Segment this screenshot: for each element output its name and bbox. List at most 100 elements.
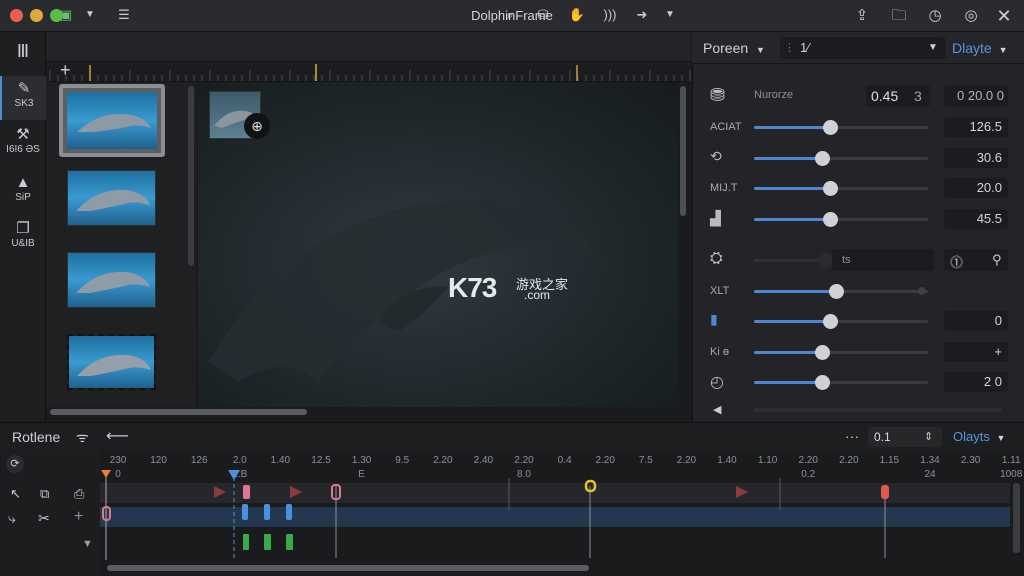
bars-icon: Ⅲ bbox=[16, 41, 30, 61]
hand-icon[interactable]: ✋ bbox=[567, 6, 587, 24]
more-icon[interactable]: ··· bbox=[845, 428, 859, 444]
slider-value[interactable]: 20.0 bbox=[944, 178, 1008, 198]
chevron-down-icon: ▼ bbox=[928, 42, 938, 53]
tools-icon: ⚒ bbox=[16, 126, 30, 143]
property-count: 3 bbox=[914, 88, 922, 104]
timeline-marks bbox=[101, 470, 889, 560]
slider-value[interactable]: + bbox=[944, 342, 1008, 362]
forward-icon[interactable]: ➜ bbox=[632, 6, 652, 24]
slider-label: ACIAT bbox=[710, 121, 742, 133]
drag-icon: ⋮ bbox=[784, 42, 795, 54]
slider-value[interactable]: 45.5 bbox=[944, 209, 1008, 229]
help-icon[interactable]: ◎ bbox=[961, 6, 981, 26]
frame-field-value: 1⁄ bbox=[800, 40, 810, 55]
timeline-hscrollbar[interactable] bbox=[107, 565, 589, 571]
rail-item-sketch[interactable]: ✎ SK3 bbox=[0, 76, 46, 120]
slider-value[interactable]: 2 0 bbox=[944, 372, 1008, 392]
timeline-layer-dropdown[interactable]: Olayts ▼ bbox=[953, 429, 1005, 444]
main-canvas[interactable]: ⊕ K73 游戏之家 .com bbox=[198, 82, 678, 407]
slider-label: XLT bbox=[710, 285, 730, 297]
slider-brush-size[interactable] bbox=[754, 314, 928, 329]
pin-icon[interactable]: ⊕ bbox=[244, 113, 270, 139]
property-value-field[interactable]: 0.45 3 bbox=[866, 85, 930, 107]
frame-field[interactable]: ⋮ 1⁄ ▼ bbox=[780, 37, 946, 59]
slider-xlt[interactable] bbox=[754, 284, 928, 299]
slider-value[interactable]: 0 bbox=[944, 311, 1008, 331]
watermark-sub: .com bbox=[524, 288, 551, 302]
rail-item-label: SK3 bbox=[14, 98, 34, 109]
rail-item-copy[interactable]: ❐ U&IB bbox=[0, 220, 46, 256]
rail-item-layers[interactable]: ▲ SiP bbox=[0, 174, 46, 210]
scroll-left-icon[interactable]: ◀ bbox=[713, 403, 721, 416]
property-time[interactable]: 0 20.0 0 bbox=[944, 85, 1008, 107]
back-arrow-icon[interactable]: ⟵ bbox=[106, 426, 129, 446]
property-value: 0.45 bbox=[871, 88, 899, 104]
timer-icon: ◴ bbox=[710, 374, 724, 391]
thumbnail-frame-3[interactable] bbox=[67, 252, 156, 308]
copy-icon: ❐ bbox=[16, 220, 30, 237]
timeline-vscrollbar[interactable] bbox=[1013, 483, 1020, 553]
add-frame-button[interactable]: + bbox=[60, 60, 71, 81]
list-icon[interactable]: ☰ bbox=[114, 6, 134, 24]
slider-acint[interactable] bbox=[754, 120, 928, 135]
slider-kip[interactable] bbox=[754, 345, 928, 360]
layer-dropdown[interactable]: Dlayte ▼ bbox=[952, 40, 1008, 56]
rail-item-label: I6I6 ƏS bbox=[6, 144, 40, 155]
thumbnail-frame-1[interactable] bbox=[59, 84, 165, 157]
slider-timing[interactable] bbox=[754, 375, 928, 390]
rail-item-tools[interactable]: ⚒ I6I6 ƏS bbox=[0, 126, 46, 162]
close-icon[interactable]: ✕ bbox=[994, 6, 1014, 26]
canvas-vscrollbar[interactable] bbox=[680, 86, 686, 216]
slider-value[interactable]: 30.6 bbox=[944, 148, 1008, 168]
rail-item-bars[interactable]: Ⅲ bbox=[0, 38, 46, 66]
slider-mix[interactable] bbox=[754, 181, 928, 196]
history-icon[interactable]: ◷ bbox=[925, 6, 945, 26]
mode-dropdown[interactable]: Poreen ▼ bbox=[703, 40, 765, 56]
histogram-icon: ▟ bbox=[710, 210, 721, 226]
mode-label: Poreen bbox=[703, 40, 749, 56]
broadcast-icon[interactable]: ᯤ bbox=[76, 428, 89, 447]
slider-levels[interactable] bbox=[754, 212, 928, 227]
info-icon[interactable]: ⓵ bbox=[950, 252, 963, 271]
sound-icon[interactable]: ))) bbox=[600, 6, 620, 24]
canvas-hscrollbar[interactable] bbox=[50, 409, 307, 415]
toggle-group: ⓵ ⚲ bbox=[944, 249, 1008, 271]
thumbnails-scrollbar[interactable] bbox=[188, 86, 194, 266]
rail-item-label: SiP bbox=[15, 192, 31, 203]
layer-label: Dlayte bbox=[952, 40, 992, 56]
pin-icon[interactable]: ⚲ bbox=[992, 252, 1002, 268]
zoom-field[interactable]: 0.1 ⇕ bbox=[868, 427, 942, 447]
layers-icon: ▲ bbox=[15, 174, 31, 191]
slider-label: MIJ.T bbox=[710, 182, 738, 194]
color-picker-icon: ⛭ bbox=[710, 250, 723, 267]
timeline-title: Rotlene bbox=[12, 429, 61, 445]
chevron-down-icon: ▼ bbox=[998, 45, 1008, 55]
thumbnail-frame-4[interactable] bbox=[67, 334, 156, 390]
zoom-value: 0.1 bbox=[874, 430, 891, 444]
canvas-toolbar bbox=[46, 32, 691, 62]
folder-icon[interactable]: 🗀 bbox=[889, 6, 909, 26]
dolphin-thumb bbox=[76, 189, 150, 211]
brush-size-icon: ▮ bbox=[710, 311, 718, 327]
export-icon[interactable]: ⇪ bbox=[852, 6, 872, 26]
slider-rotation[interactable] bbox=[754, 151, 928, 166]
rail-item-label: U&IB bbox=[11, 238, 35, 249]
slider-label: Ki ɵ bbox=[710, 346, 729, 358]
tolerance-field[interactable]: ts bbox=[832, 249, 934, 271]
thumbnail-frame-2[interactable] bbox=[67, 170, 156, 226]
database-icon: ⛃ bbox=[710, 85, 726, 105]
save-icon[interactable]: ▣ bbox=[56, 6, 76, 24]
panel-hscrollbar[interactable] bbox=[754, 408, 1002, 412]
slider-tolerance[interactable] bbox=[754, 253, 833, 268]
chevron-down-icon: ▼ bbox=[996, 433, 1006, 443]
stepper-icon: ⇕ bbox=[924, 431, 934, 443]
chevron-down-icon[interactable]: ▼ bbox=[660, 6, 680, 24]
chevron-down-icon[interactable]: ▼ bbox=[80, 6, 100, 24]
search-icon[interactable]: ⌕ bbox=[500, 6, 520, 24]
dolphin-thumb bbox=[77, 354, 151, 376]
ruler-ticks bbox=[49, 64, 691, 81]
stamp-icon[interactable]: ⛁ bbox=[533, 6, 553, 24]
frame-ruler[interactable]: + bbox=[46, 60, 691, 82]
slider-value[interactable]: 126.5 bbox=[944, 117, 1008, 137]
dolphin-onion-skin bbox=[208, 200, 598, 382]
